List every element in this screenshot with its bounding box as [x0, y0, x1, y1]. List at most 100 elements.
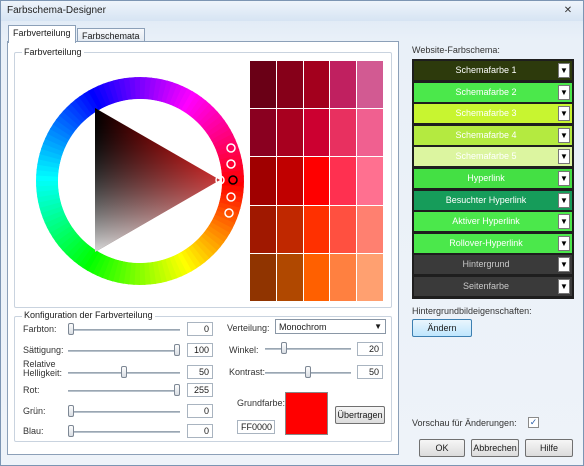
- slider-value-input[interactable]: 255: [187, 383, 213, 397]
- scheme-color-row[interactable]: Besuchter Hyperlink ▼: [414, 190, 572, 210]
- color-swatch[interactable]: [276, 157, 303, 205]
- slider-label: Rot:: [23, 385, 40, 395]
- slider-thumb[interactable]: [68, 323, 74, 335]
- color-swatch[interactable]: [276, 253, 303, 301]
- color-swatch[interactable]: [276, 205, 303, 253]
- chevron-down-icon[interactable]: ▼: [558, 63, 570, 78]
- color-swatch-grid: [250, 61, 383, 301]
- slider-thumb[interactable]: [174, 384, 180, 396]
- slider-thumb[interactable]: [121, 366, 127, 378]
- slider-value-input[interactable]: 0: [187, 322, 213, 336]
- slider-track[interactable]: [68, 390, 180, 392]
- website-scheme-label: Website-Farbschema:: [412, 45, 500, 55]
- slider-thumb[interactable]: [68, 425, 74, 437]
- color-swatch[interactable]: [250, 253, 276, 301]
- ok-button[interactable]: OK: [419, 439, 465, 457]
- scheme-color-label: Schemafarbe 4: [455, 129, 517, 140]
- background-props-label: Hintergrundbildeigenschaften:: [412, 306, 532, 316]
- scheme-color-row[interactable]: Schemafarbe 4 ▼: [414, 125, 572, 145]
- slider-value-input[interactable]: 50: [187, 365, 213, 379]
- color-swatch[interactable]: [357, 205, 383, 253]
- color-swatch[interactable]: [250, 109, 276, 157]
- scheme-color-label: Besuchter Hyperlink: [445, 194, 527, 205]
- color-swatch[interactable]: [303, 205, 330, 253]
- verteilung-select[interactable]: Monochrom ▼: [275, 319, 386, 334]
- color-swatch[interactable]: [330, 157, 357, 205]
- color-swatch[interactable]: [250, 61, 276, 109]
- winkel-slider-thumb[interactable]: [281, 342, 287, 354]
- slider-track[interactable]: [68, 431, 180, 433]
- kontrast-slider-thumb[interactable]: [305, 366, 311, 378]
- aendern-button[interactable]: Ändern: [412, 319, 472, 337]
- color-swatch[interactable]: [303, 157, 330, 205]
- color-swatch[interactable]: [330, 205, 357, 253]
- winkel-slider[interactable]: [265, 348, 351, 350]
- cancel-button[interactable]: Abbrechen: [471, 439, 519, 457]
- kontrast-input[interactable]: 50: [357, 365, 383, 379]
- scheme-color-row[interactable]: Aktiver Hyperlink ▼: [414, 212, 572, 232]
- scheme-color-label: Rollover-Hyperlink: [449, 237, 523, 248]
- scheme-color-label: Hintergrund: [462, 259, 510, 270]
- slider-thumb[interactable]: [174, 344, 180, 356]
- scheme-color-label: Schemafarbe 3: [455, 108, 517, 119]
- chevron-down-icon[interactable]: ▼: [558, 84, 570, 100]
- chevron-down-icon[interactable]: ▼: [558, 214, 570, 230]
- slider-track[interactable]: [68, 329, 180, 331]
- scheme-color-row[interactable]: Schemafarbe 5 ▼: [414, 147, 572, 167]
- color-swatch[interactable]: [303, 253, 330, 301]
- color-swatch[interactable]: [250, 205, 276, 253]
- scheme-color-label: Hyperlink: [467, 173, 505, 183]
- grundfarbe-hex-input[interactable]: FF0000: [237, 420, 275, 434]
- winkel-label: Winkel:: [229, 345, 259, 355]
- window-title: Farbschema-Designer: [7, 5, 106, 16]
- scheme-color-row[interactable]: Schemafarbe 3 ▼: [414, 104, 572, 124]
- scheme-color-row[interactable]: Seitenfarbe ▼: [414, 277, 572, 296]
- chevron-down-icon[interactable]: ▼: [558, 192, 570, 208]
- chevron-down-icon[interactable]: ▼: [558, 257, 570, 273]
- color-swatch[interactable]: [357, 61, 383, 109]
- uebertragen-button[interactable]: Übertragen: [335, 406, 385, 424]
- verteilung-label: Verteilung:: [227, 323, 270, 333]
- color-swatch[interactable]: [303, 109, 330, 157]
- color-swatch[interactable]: [330, 61, 357, 109]
- color-swatch[interactable]: [330, 253, 357, 301]
- chevron-down-icon[interactable]: ▼: [558, 106, 570, 122]
- slider-value-input[interactable]: 100: [187, 343, 213, 357]
- color-swatch[interactable]: [303, 61, 330, 109]
- chevron-down-icon[interactable]: ▼: [558, 171, 570, 186]
- chevron-down-icon[interactable]: ▼: [558, 279, 570, 294]
- close-icon[interactable]: ✕: [561, 4, 575, 17]
- chevron-down-icon[interactable]: ▼: [558, 149, 570, 165]
- color-swatch[interactable]: [330, 109, 357, 157]
- color-swatch[interactable]: [357, 157, 383, 205]
- scheme-color-row[interactable]: Schemafarbe 1 ▼: [414, 61, 572, 80]
- slider-track[interactable]: [68, 350, 180, 352]
- winkel-input[interactable]: 20: [357, 342, 383, 356]
- color-wheel-group-label: Farbverteilung: [22, 47, 84, 57]
- scheme-color-row[interactable]: Hintergrund ▼: [414, 255, 572, 275]
- chevron-down-icon[interactable]: ▼: [558, 127, 570, 143]
- preview-checkbox[interactable]: ✓: [528, 417, 539, 428]
- chevron-down-icon: ▼: [374, 322, 382, 331]
- color-swatch[interactable]: [357, 253, 383, 301]
- scheme-color-row[interactable]: Rollover-Hyperlink ▼: [414, 233, 572, 253]
- scheme-color-row[interactable]: Schemafarbe 2 ▼: [414, 82, 572, 102]
- slider-label: Farbton:: [23, 324, 57, 334]
- slider-thumb[interactable]: [68, 405, 74, 417]
- scheme-color-label: Schemafarbe 2: [455, 86, 517, 97]
- color-swatch[interactable]: [250, 157, 276, 205]
- scheme-color-label: Aktiver Hyperlink: [452, 216, 520, 227]
- slider-value-input[interactable]: 0: [187, 404, 213, 418]
- scheme-color-label: Schemafarbe 1: [455, 65, 517, 75]
- slider-track[interactable]: [68, 411, 180, 413]
- slider-value-input[interactable]: 0: [187, 424, 213, 438]
- color-wheel[interactable]: [33, 74, 247, 288]
- tab-farbverteilung[interactable]: Farbverteilung: [8, 25, 76, 43]
- chevron-down-icon[interactable]: ▼: [558, 235, 570, 251]
- color-swatch[interactable]: [357, 109, 383, 157]
- help-button[interactable]: Hilfe: [525, 439, 573, 457]
- scheme-color-row[interactable]: Hyperlink ▼: [414, 169, 572, 188]
- color-swatch[interactable]: [276, 61, 303, 109]
- grundfarbe-swatch[interactable]: [285, 392, 328, 435]
- color-swatch[interactable]: [276, 109, 303, 157]
